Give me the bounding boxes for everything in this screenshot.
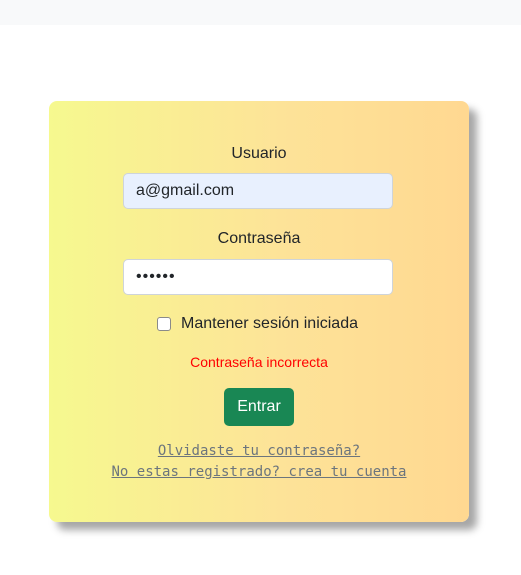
username-input[interactable] bbox=[123, 173, 393, 209]
register-link[interactable]: No estas registrado? crea tu cuenta bbox=[49, 464, 469, 480]
remember-me[interactable]: Mantener sesión iniciada bbox=[157, 315, 358, 333]
remember-label: Mantener sesión iniciada bbox=[181, 315, 358, 332]
submit-button[interactable]: Entrar bbox=[224, 388, 294, 426]
login-card: Usuario Contraseña Mantener sesión inici… bbox=[49, 101, 469, 522]
error-message: Contraseña incorrecta bbox=[190, 354, 328, 370]
remember-checkbox[interactable] bbox=[157, 317, 171, 331]
username-label: Usuario bbox=[231, 145, 287, 162]
top-bar bbox=[0, 0, 521, 25]
forgot-password-link[interactable]: Olvidaste tu contraseña? bbox=[49, 443, 469, 459]
password-label: Contraseña bbox=[217, 230, 301, 247]
password-input[interactable] bbox=[123, 259, 393, 295]
